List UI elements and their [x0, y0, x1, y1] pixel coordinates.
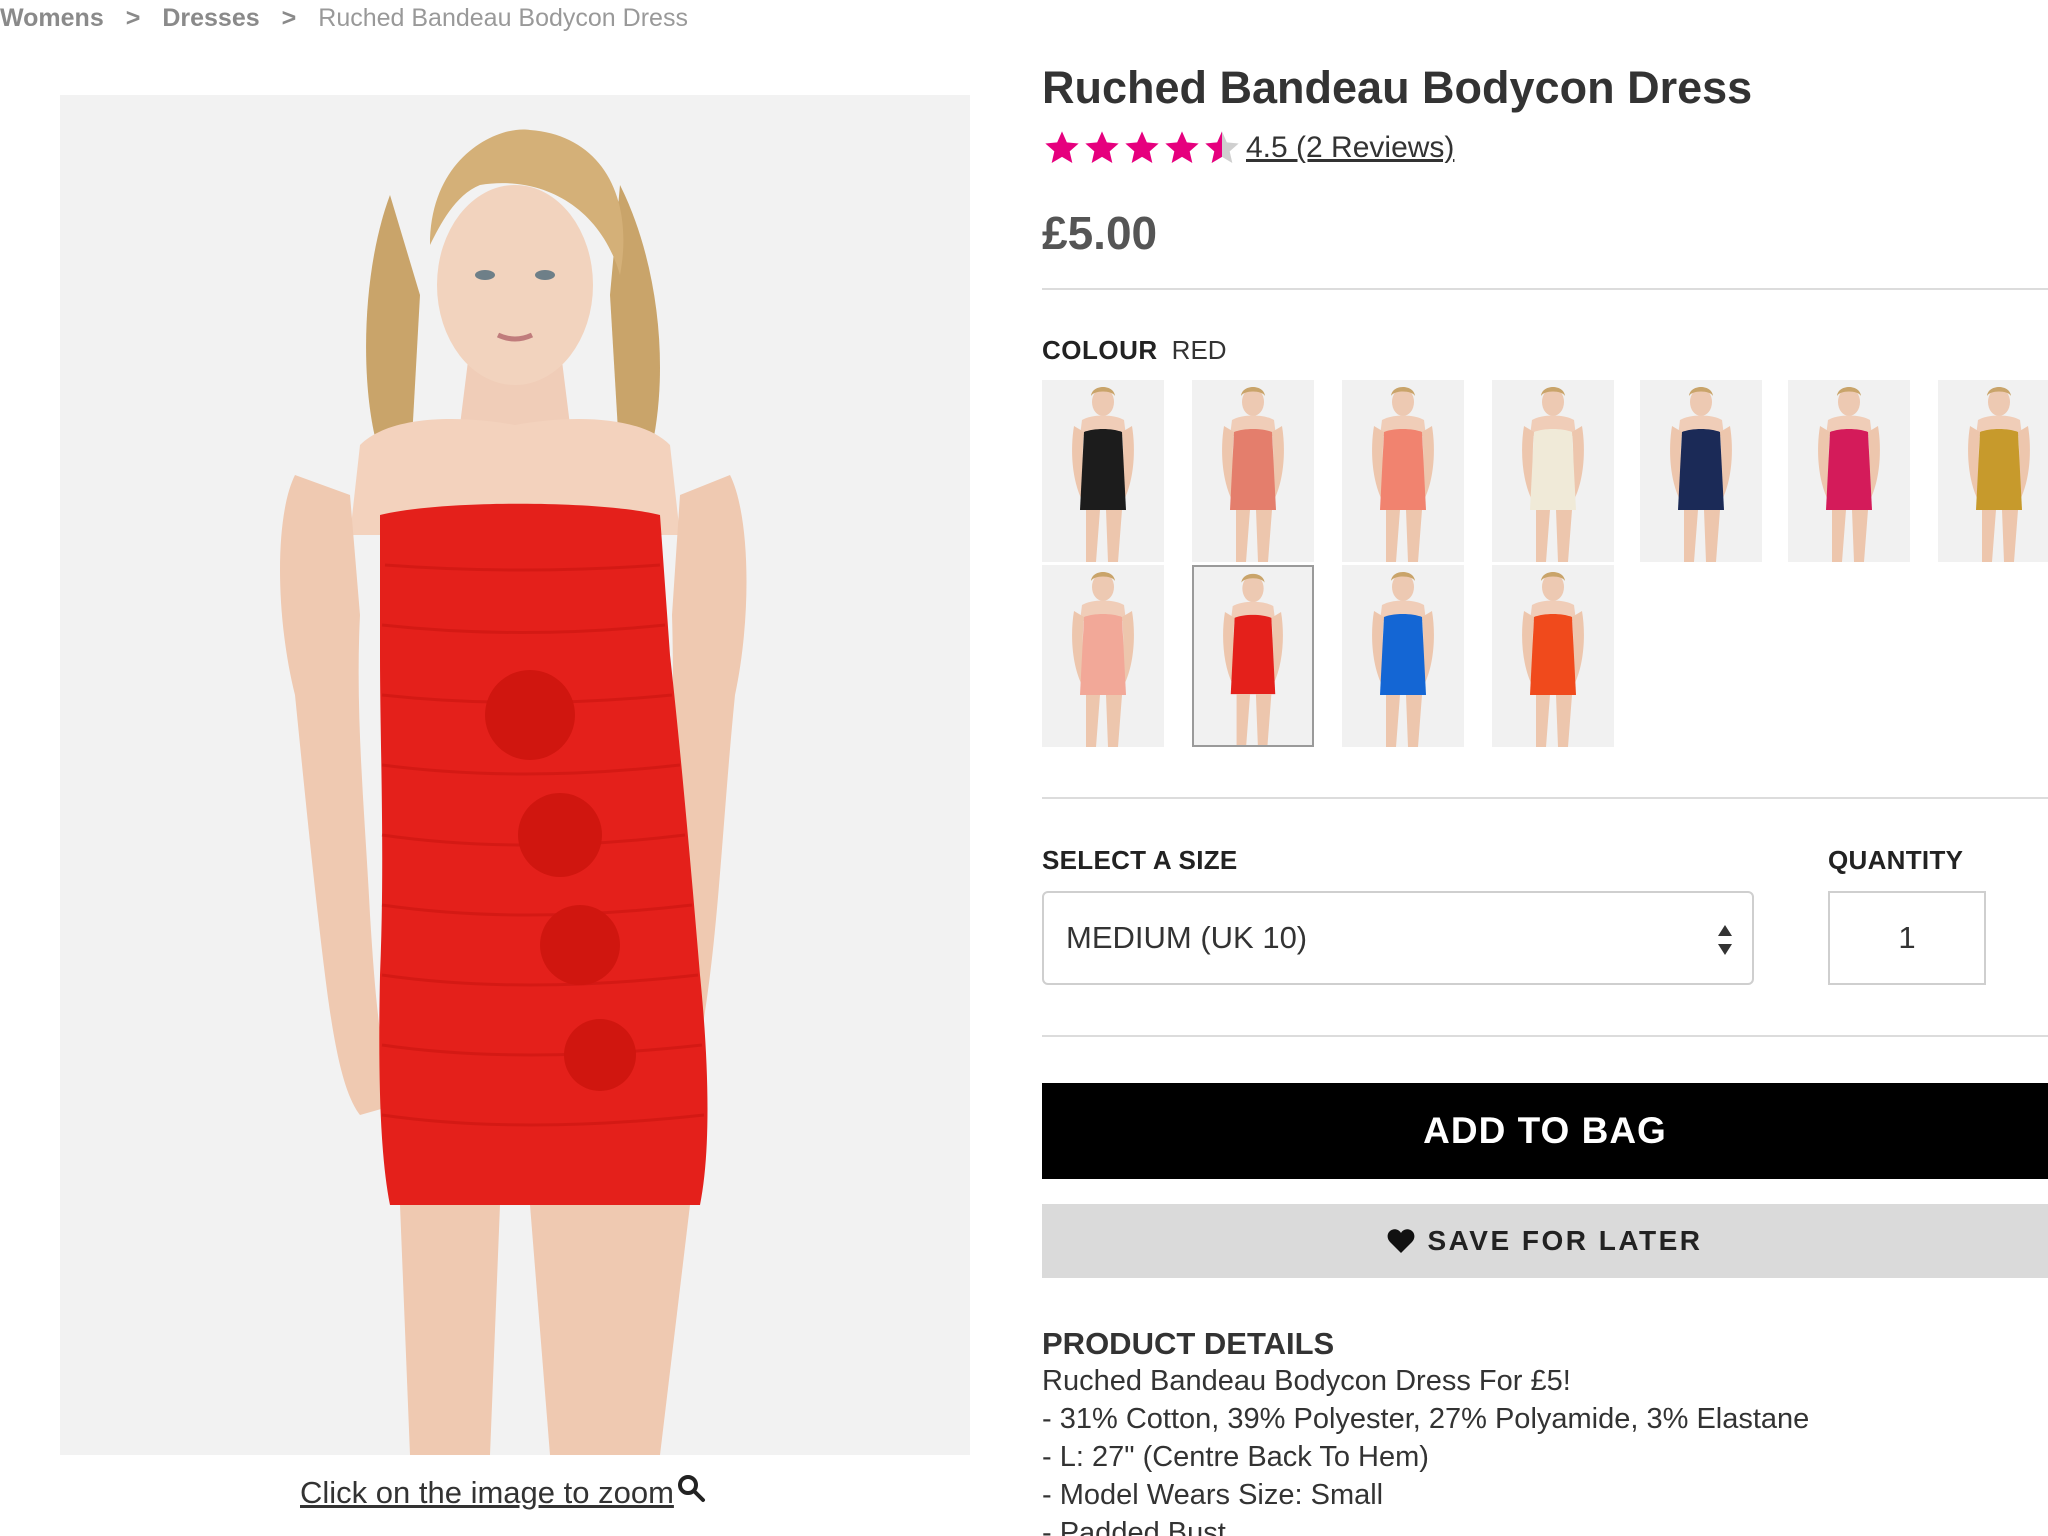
swatch-model-thumbnail [1938, 380, 2048, 562]
swatch-model-thumbnail [1192, 380, 1314, 562]
heart-icon [1388, 1229, 1415, 1253]
colour-label: COLOUR RED [1042, 335, 1227, 366]
breadcrumb: Womens > Dresses > Ruched Bandeau Bodyco… [0, 0, 688, 36]
product-detail-line: - L: 27" (Centre Back To Hem) [1042, 1441, 1429, 1473]
colour-swatch[interactable] [1342, 565, 1464, 747]
breadcrumb-dresses[interactable]: Dresses [162, 4, 259, 33]
breadcrumb-womens[interactable]: Womens [0, 4, 104, 33]
colour-swatch[interactable] [1042, 565, 1164, 747]
colour-swatch[interactable] [1788, 380, 1910, 562]
colour-selected-value: RED [1171, 335, 1227, 365]
breadcrumb-separator: > [125, 3, 141, 32]
colour-swatch[interactable] [1640, 380, 1762, 562]
product-page: Womens > Dresses > Ruched Bandeau Bodyco… [0, 0, 2048, 1536]
colour-label-text: COLOUR [1042, 335, 1158, 365]
model-photo [60, 95, 970, 1455]
colour-swatch[interactable] [1492, 565, 1614, 747]
product-detail-line: - 31% Cotton, 39% Polyester, 27% Polyami… [1042, 1403, 1810, 1435]
breadcrumb-separator: > [281, 3, 297, 32]
colour-swatch[interactable] [1492, 380, 1614, 562]
swatch-model-thumbnail [1342, 565, 1464, 747]
reviews-link[interactable]: 4.5 (2 Reviews) [1246, 131, 1454, 165]
add-to-bag-button[interactable]: ADD TO BAG [1042, 1083, 2048, 1179]
divider [1042, 797, 2048, 799]
zoom-hint-text[interactable]: Click on the image to zoom [300, 1475, 674, 1511]
product-details-heading: PRODUCT DETAILS [1042, 1326, 1335, 1361]
swatch-model-thumbnail [1342, 380, 1464, 562]
main-product-image[interactable] [60, 95, 970, 1455]
product-details-list: Ruched Bandeau Bodycon Dress For £5! - 3… [1042, 1362, 1809, 1536]
colour-swatch[interactable] [1042, 380, 1164, 562]
colour-swatch[interactable] [1192, 565, 1314, 747]
product-price: £5.00 [1042, 207, 1158, 259]
swatch-model-thumbnail [1042, 380, 1164, 562]
magnifier-icon [677, 1475, 705, 1502]
colour-swatch[interactable] [1938, 380, 2048, 562]
star-half-icon [1205, 131, 1239, 163]
divider [1042, 1035, 2048, 1037]
divider [1042, 288, 2048, 290]
swatch-model-thumbnail [1640, 380, 1762, 562]
swatch-model-thumbnail [1492, 380, 1614, 562]
star-icon [1125, 131, 1159, 163]
star-icon [1085, 131, 1119, 163]
star-icon [1165, 131, 1199, 163]
product-rating: 4.5 (2 Reviews) [1042, 128, 1454, 168]
rating-stars [1042, 128, 1242, 168]
size-select[interactable]: MEDIUM (UK 10) [1042, 891, 1754, 985]
breadcrumb-current: Ruched Bandeau Bodycon Dress [318, 3, 688, 32]
swatch-model-thumbnail [1788, 380, 1910, 562]
save-for-later-button[interactable]: SAVE FOR LATER [1042, 1204, 2048, 1278]
size-select-value: MEDIUM (UK 10) [1066, 920, 1308, 955]
product-detail-line: Ruched Bandeau Bodycon Dress For £5! [1042, 1365, 1571, 1397]
select-arrows-icon [1718, 925, 1732, 955]
save-for-later-label: SAVE FOR LATER [1427, 1225, 1703, 1256]
quantity-label: QUANTITY [1828, 845, 1964, 875]
zoom-hint[interactable]: Click on the image to zoom [300, 1475, 706, 1511]
product-detail-line: - Padded Bust [1042, 1517, 1226, 1536]
product-detail-line: - Model Wears Size: Small [1042, 1479, 1384, 1511]
colour-swatch[interactable] [1342, 380, 1464, 562]
quantity-input[interactable]: 1 [1828, 891, 1986, 985]
swatch-model-thumbnail [1042, 565, 1164, 747]
swatch-model-thumbnail [1194, 567, 1312, 745]
size-label: SELECT A SIZE [1042, 845, 1238, 875]
colour-swatch[interactable] [1192, 380, 1314, 562]
star-icon [1045, 131, 1079, 163]
swatch-model-thumbnail [1492, 565, 1614, 747]
product-title: Ruched Bandeau Bodycon Dress [1042, 62, 1753, 113]
